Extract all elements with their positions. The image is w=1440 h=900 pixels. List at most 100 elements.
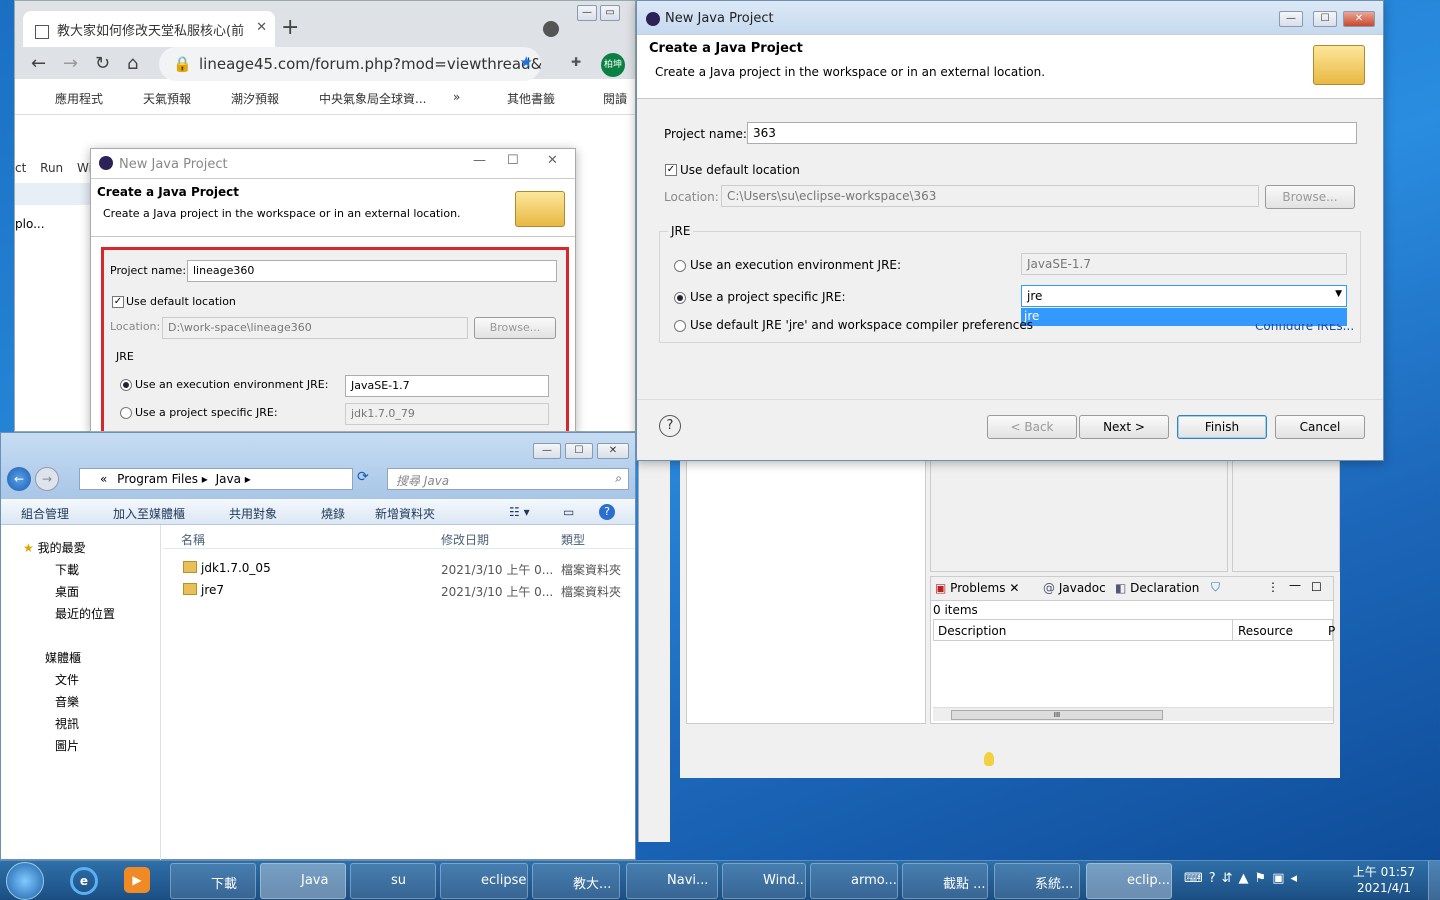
next-button[interactable]: Next > xyxy=(1079,415,1169,439)
apps-bookmark[interactable]: 應用程式 xyxy=(55,90,103,107)
home-icon[interactable]: ⌂ xyxy=(127,53,138,74)
nav-libraries[interactable]: 媒體櫃 xyxy=(45,649,81,666)
close-button[interactable]: ✕ xyxy=(1343,11,1375,27)
col-p[interactable]: P xyxy=(1328,624,1335,638)
view-options-icon[interactable]: ☷ ▾ xyxy=(509,505,530,519)
configure-jres-link[interactable]: Configure JREs... xyxy=(1255,324,1354,330)
minimize-icon[interactable]: — xyxy=(473,153,486,168)
taskbar-navi[interactable]: Navi... xyxy=(626,863,718,899)
nav-favorites[interactable]: ★ 我的最愛 xyxy=(23,539,86,556)
default-jre-radio[interactable] xyxy=(674,320,686,332)
nav-videos[interactable]: 視訊 xyxy=(55,715,79,732)
address-breadcrumb[interactable]: « Program Files ▸ Java ▸ xyxy=(79,468,353,490)
share-with-button[interactable]: 共用對象 xyxy=(229,505,277,522)
taskbar-chrome[interactable]: 教大... xyxy=(532,863,620,899)
minimize-button[interactable]: — xyxy=(533,443,561,459)
maximize-view-icon[interactable]: ☐ xyxy=(1311,580,1322,594)
new-tab-button[interactable]: + xyxy=(281,15,299,40)
weather-bookmark[interactable]: 天氣預報 xyxy=(143,90,191,107)
env-jre-radio[interactable] xyxy=(674,260,686,272)
add-to-library-button[interactable]: 加入至媒體櫃 xyxy=(113,505,185,522)
col-name[interactable]: 名稱 xyxy=(181,531,205,548)
browser-tab[interactable]: 教大家如何修改天堂私服核心(前 ✕ xyxy=(23,11,275,47)
new-folder-button[interactable]: 新增資料夾 xyxy=(375,505,435,522)
taskbar-armo[interactable]: armo... xyxy=(810,863,898,899)
reload-icon[interactable]: ↻ xyxy=(95,53,110,74)
taskbar-snip[interactable]: 截點 ... xyxy=(902,863,988,899)
taskbar-downloads[interactable]: 下載 xyxy=(170,863,256,899)
table-row[interactable]: jre7 2021/3/10 上午 0... 檔案資料夾 xyxy=(163,581,635,601)
profile-avatar[interactable]: 柏坤 xyxy=(601,53,625,77)
project-name-input[interactable]: 363 xyxy=(747,122,1357,144)
specific-jre-select[interactable]: jre ▼ xyxy=(1021,285,1347,307)
col-type[interactable]: 類型 xyxy=(561,531,585,548)
tray-icons[interactable]: ⌨?⇵▲⚑▣◂ xyxy=(1184,871,1303,886)
specific-jre-radio[interactable] xyxy=(674,292,686,304)
menu-ct[interactable]: ct xyxy=(15,161,26,175)
menu-run[interactable]: Run xyxy=(40,161,63,175)
default-location-checkbox[interactable]: ✓ xyxy=(665,164,677,176)
extensions-icon[interactable]: ✚ xyxy=(571,55,581,69)
problems-tab[interactable]: ▣ Problems ✕ xyxy=(935,581,1019,595)
taskbar-system[interactable]: 系統... xyxy=(994,863,1080,899)
close-tab-icon[interactable]: ✕ xyxy=(1009,581,1019,595)
back-icon[interactable]: ← xyxy=(31,53,46,74)
col-modified[interactable]: 修改日期 xyxy=(441,531,489,548)
taskbar-eclipse[interactable]: eclip... xyxy=(1086,863,1172,899)
forward-icon[interactable]: → xyxy=(63,53,78,74)
filter-icon[interactable]: ⛉ xyxy=(1211,580,1220,595)
forward-icon[interactable]: → xyxy=(35,467,59,491)
javadoc-tab[interactable]: @ Javadoc xyxy=(1043,581,1106,595)
nav-desktop[interactable]: 桌面 xyxy=(55,583,79,600)
tab-search-icon[interactable] xyxy=(543,21,559,37)
nav-downloads[interactable]: 下載 xyxy=(55,561,79,578)
finish-button[interactable]: Finish xyxy=(1177,415,1267,439)
taskbar-wind[interactable]: Wind... xyxy=(722,863,806,899)
star-icon[interactable]: ★ xyxy=(520,53,533,71)
view-menu-icon[interactable]: ⋮ xyxy=(1267,580,1279,594)
horizontal-scrollbar[interactable]: III xyxy=(933,707,1333,721)
close-icon[interactable]: ✕ xyxy=(547,153,558,168)
minimize-button[interactable]: — xyxy=(577,5,597,21)
tide-bookmark[interactable]: 潮汐預報 xyxy=(231,90,279,107)
search-box[interactable]: 搜尋 Java ⌕ xyxy=(387,468,629,490)
env-jre-select[interactable]: JavaSE-1.7 xyxy=(345,375,549,397)
taskbar-java[interactable]: Java xyxy=(260,863,346,899)
ie-icon[interactable]: e xyxy=(70,867,98,895)
nav-recent[interactable]: 最近的位置 xyxy=(55,605,115,622)
breadcrumb-program-files[interactable]: Program Files xyxy=(117,472,198,486)
media-player-icon[interactable]: ▶ xyxy=(124,867,150,893)
close-button[interactable]: ✕ xyxy=(597,443,629,459)
clock[interactable]: 上午 01:57 2021/4/1 xyxy=(1346,864,1422,896)
more-bookmarks[interactable]: » xyxy=(453,90,460,104)
maximize-button[interactable]: ▭ xyxy=(600,5,620,21)
breadcrumb-overflow[interactable]: « xyxy=(100,472,107,486)
declaration-tab[interactable]: ◧ Declaration xyxy=(1115,581,1199,595)
other-bookmarks[interactable]: 其他書籤 xyxy=(507,90,555,107)
show-desktop-button[interactable] xyxy=(1428,861,1440,900)
project-name-input[interactable]: lineage360 xyxy=(187,260,557,282)
address-bar[interactable]: 🔒 lineage45.com/forum.php?mod=viewthread… xyxy=(159,47,541,81)
col-resource[interactable]: Resource xyxy=(1238,624,1293,638)
env-jre-radio[interactable] xyxy=(120,379,132,391)
scroll-thumb[interactable]: III xyxy=(951,710,1163,720)
preview-pane-icon[interactable]: ▭ xyxy=(563,505,574,519)
table-row[interactable]: jdk1.7.0_05 2021/3/10 上午 0... 檔案資料夾 xyxy=(163,559,635,579)
specific-jre-radio[interactable] xyxy=(120,407,132,419)
minimize-view-icon[interactable]: — xyxy=(1289,578,1301,592)
nav-music[interactable]: 音樂 xyxy=(55,693,79,710)
maximize-button[interactable]: ☐ xyxy=(1313,11,1337,27)
breadcrumb-java[interactable]: Java xyxy=(216,472,241,486)
help-icon[interactable]: ? xyxy=(599,504,615,520)
cwb-bookmark[interactable]: 中央氣象局全球資... xyxy=(319,90,426,107)
maximize-icon[interactable]: ☐ xyxy=(507,153,519,168)
maximize-button[interactable]: ☐ xyxy=(565,443,593,459)
default-location-checkbox[interactable]: ✓ xyxy=(112,296,124,308)
nav-pictures[interactable]: 圖片 xyxy=(55,737,79,754)
reading-list[interactable]: 閱讀 xyxy=(603,90,627,107)
nav-documents[interactable]: 文件 xyxy=(55,671,79,688)
burn-button[interactable]: 燒錄 xyxy=(321,505,345,522)
taskbar-eclipse-folder[interactable]: eclipse xyxy=(440,863,528,899)
back-icon[interactable]: ← xyxy=(7,467,31,491)
start-button[interactable] xyxy=(6,862,44,900)
